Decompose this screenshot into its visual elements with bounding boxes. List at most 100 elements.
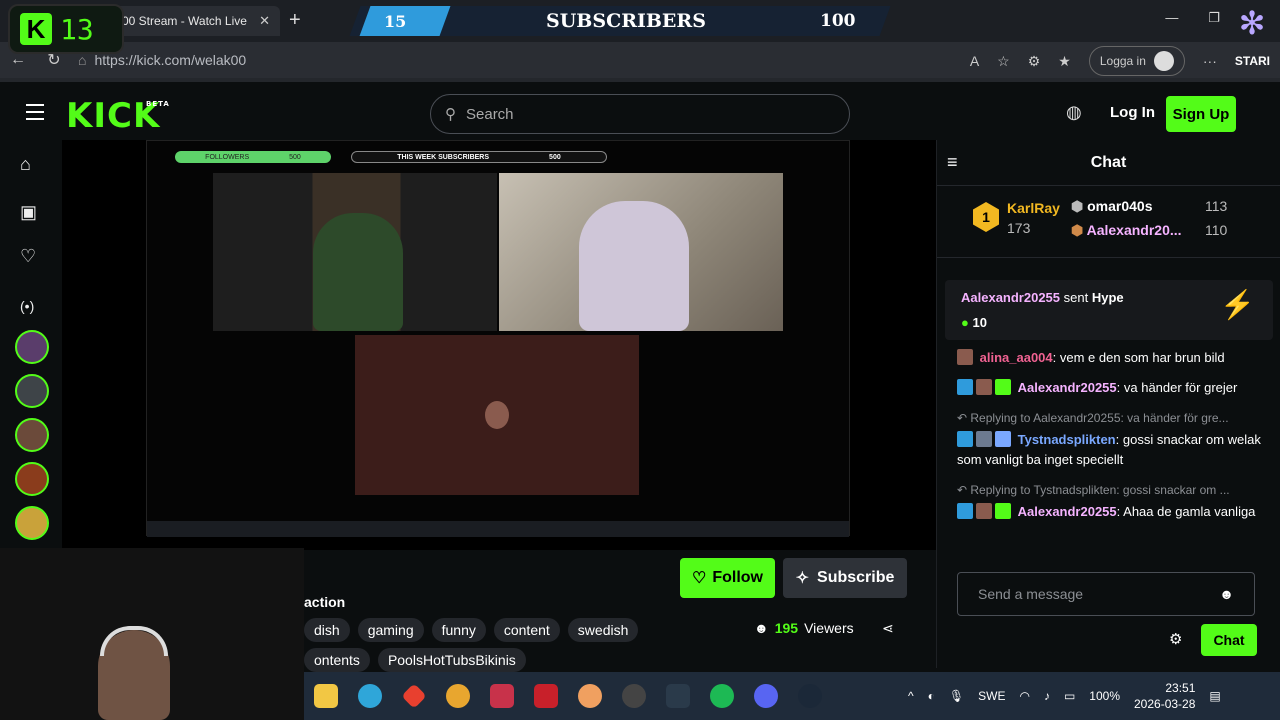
send-chat-button[interactable]: Chat — [1201, 624, 1257, 656]
microphone-icon[interactable]: 🎙 — [949, 689, 964, 703]
battery-level: 100% — [1089, 689, 1120, 703]
emoji-icon[interactable]: ☻ — [1219, 586, 1234, 602]
chrome-icon[interactable] — [436, 672, 480, 720]
gear-icon[interactable]: ⚙ — [1169, 630, 1182, 648]
volume-icon[interactable]: ♪ — [1044, 689, 1050, 703]
discord-icon[interactable] — [744, 672, 788, 720]
follow-button[interactable]: ♡ Follow — [680, 558, 775, 598]
browser-tab[interactable]: 00 Stream - Watch Live ✕ — [112, 6, 280, 36]
chat-username[interactable]: Aalexandr20255 — [1018, 380, 1117, 395]
affinity-icon[interactable] — [480, 672, 524, 720]
tag[interactable]: funny — [431, 618, 486, 642]
date: 2026-03-28 — [1134, 697, 1196, 711]
collapse-chat-icon[interactable]: ≡ — [947, 152, 958, 173]
steam-icon[interactable] — [788, 672, 832, 720]
sword-badge-icon — [957, 379, 973, 395]
spiral-app-icon[interactable] — [568, 672, 612, 720]
browser-tab-bar: 00 Stream - Watch Live ✕ + 15 SUBSCRIBER… — [0, 0, 1280, 42]
gift-badge-icon — [995, 431, 1011, 447]
sub-goal: 100 — [820, 11, 856, 31]
url-field[interactable]: ⌂ https://kick.com/welak00 — [78, 52, 246, 68]
chat-username[interactable]: Aalexandr20255 — [1018, 504, 1117, 519]
wifi-icon[interactable]: ◠ — [1019, 689, 1029, 703]
menu-icon[interactable] — [26, 104, 44, 125]
browser-login-label: Logga in — [1099, 54, 1146, 68]
file-explorer-icon[interactable] — [304, 672, 348, 720]
chat-message: alina_aa004: vem e den som har brun bild — [957, 348, 1261, 368]
login-button[interactable]: Log In — [1110, 104, 1155, 121]
video-player[interactable]: FOLLOWERS 500 THIS WEEK SUBSCRIBERS 500 — [62, 140, 936, 550]
pinned-item: Hype — [1091, 290, 1124, 305]
rank-medal: 1 — [973, 202, 999, 232]
leader-second-name[interactable]: omar040s — [1087, 198, 1152, 214]
home-icon[interactable]: ⌂ — [20, 154, 31, 175]
subscribe-button[interactable]: ✧ Subscribe — [783, 558, 907, 598]
chat-username[interactable]: alina_aa004 — [980, 350, 1053, 365]
minimize-icon[interactable]: — — [1165, 10, 1178, 26]
following-icon[interactable]: ♡ — [20, 246, 36, 267]
chat-footer: ⚙ Chat — [937, 624, 1280, 668]
channel-avatar[interactable] — [15, 418, 49, 452]
favorite-icon[interactable]: ☆ — [997, 53, 1010, 70]
browser-login-button[interactable]: Logga in — [1088, 46, 1185, 76]
more-icon[interactable]: ··· — [1203, 53, 1217, 69]
headphones-icon — [100, 626, 168, 656]
notification-icon[interactable]: ▤ — [1209, 689, 1220, 703]
spotify-icon[interactable] — [700, 672, 744, 720]
tag[interactable]: PoolsHotTubsBikinis — [377, 648, 526, 672]
search-icon: ⚲ — [445, 106, 456, 123]
tag[interactable]: gaming — [357, 618, 424, 642]
chevron-up-icon[interactable]: ^ — [908, 689, 914, 703]
viewer-count: ☻ 195 Viewers — [754, 620, 854, 636]
search-input[interactable]: ⚲ Search — [430, 94, 850, 134]
stream-frame: FOLLOWERS 500 THIS WEEK SUBSCRIBERS 500 — [146, 140, 850, 537]
live-icon[interactable]: (•) — [20, 298, 34, 314]
kick-logo[interactable]: KICK BETA — [66, 96, 169, 136]
signup-button[interactable]: Sign Up — [1166, 96, 1236, 132]
browse-icon[interactable]: ▣ — [20, 202, 37, 223]
chat-panel: ≡ Chat 1 KarlRay 173 ⬢ omar040s 113 ⬢ Aa… — [936, 140, 1280, 668]
language-indicator[interactable]: SWE — [978, 689, 1005, 703]
channel-avatar[interactable] — [15, 462, 49, 496]
chat-message: ↶ Replying to Aalexandr20255: va händer … — [957, 408, 1261, 470]
tag-list-2: ontents PoolsHotTubsBikinis — [304, 648, 526, 672]
tag[interactable]: ontents — [304, 648, 370, 672]
globe-icon[interactable]: ◍ — [1066, 102, 1082, 123]
tf-app-icon[interactable] — [656, 672, 700, 720]
tag[interactable]: content — [493, 618, 560, 642]
channel-avatar[interactable] — [15, 506, 49, 540]
week-subs-goal-bar: THIS WEEK SUBSCRIBERS 500 — [351, 151, 607, 163]
edge-icon[interactable] — [348, 672, 392, 720]
category-label[interactable]: action — [304, 594, 345, 610]
channel-avatar[interactable] — [15, 374, 49, 408]
pinned-amount: 10 — [972, 315, 987, 330]
maximize-icon[interactable]: ❐ — [1208, 10, 1220, 26]
app-red-icon[interactable] — [392, 672, 436, 720]
chat-input[interactable]: Send a message ☻ — [957, 572, 1255, 616]
channel-avatar[interactable] — [15, 330, 49, 364]
user-badge-icon — [957, 349, 973, 365]
followers-goal-bar: FOLLOWERS 500 — [175, 151, 331, 163]
network-app-icon[interactable]: ◐ — [928, 689, 935, 703]
tag[interactable]: swedish — [567, 618, 639, 642]
leader-third-name[interactable]: Aalexandr20... — [1087, 222, 1182, 238]
clock[interactable]: 23:51 2026-03-28 — [1134, 680, 1195, 712]
tag[interactable]: dish — [304, 618, 350, 642]
share-icon[interactable]: ⋖ — [882, 620, 894, 637]
leader-first-name[interactable]: KarlRay — [1007, 200, 1060, 216]
extensions-icon[interactable]: ⚙ — [1028, 53, 1041, 70]
read-aloud-icon[interactable]: A — [970, 53, 979, 69]
sub-label: SUBSCRIBERS — [546, 10, 706, 32]
reply-text: Replying to Tystnadsplikten: gossi snack… — [970, 483, 1230, 497]
chat-username[interactable]: Tystnadsplikten — [1018, 432, 1116, 447]
obs-icon[interactable] — [612, 672, 656, 720]
new-tab-icon[interactable]: + — [289, 9, 301, 32]
stream-info: action dish gaming funny content swedish… — [304, 550, 936, 672]
battery-icon[interactable]: ▭ — [1064, 689, 1075, 703]
silver-icon: ⬢ — [1071, 198, 1084, 214]
mcafee-icon[interactable] — [524, 672, 568, 720]
favorites-bar-icon[interactable]: ★ — [1058, 53, 1071, 70]
close-tab-icon[interactable]: ✕ — [259, 13, 270, 29]
pinned-user[interactable]: Aalexandr20255 — [961, 290, 1060, 305]
kick-count: 13 — [60, 12, 94, 46]
